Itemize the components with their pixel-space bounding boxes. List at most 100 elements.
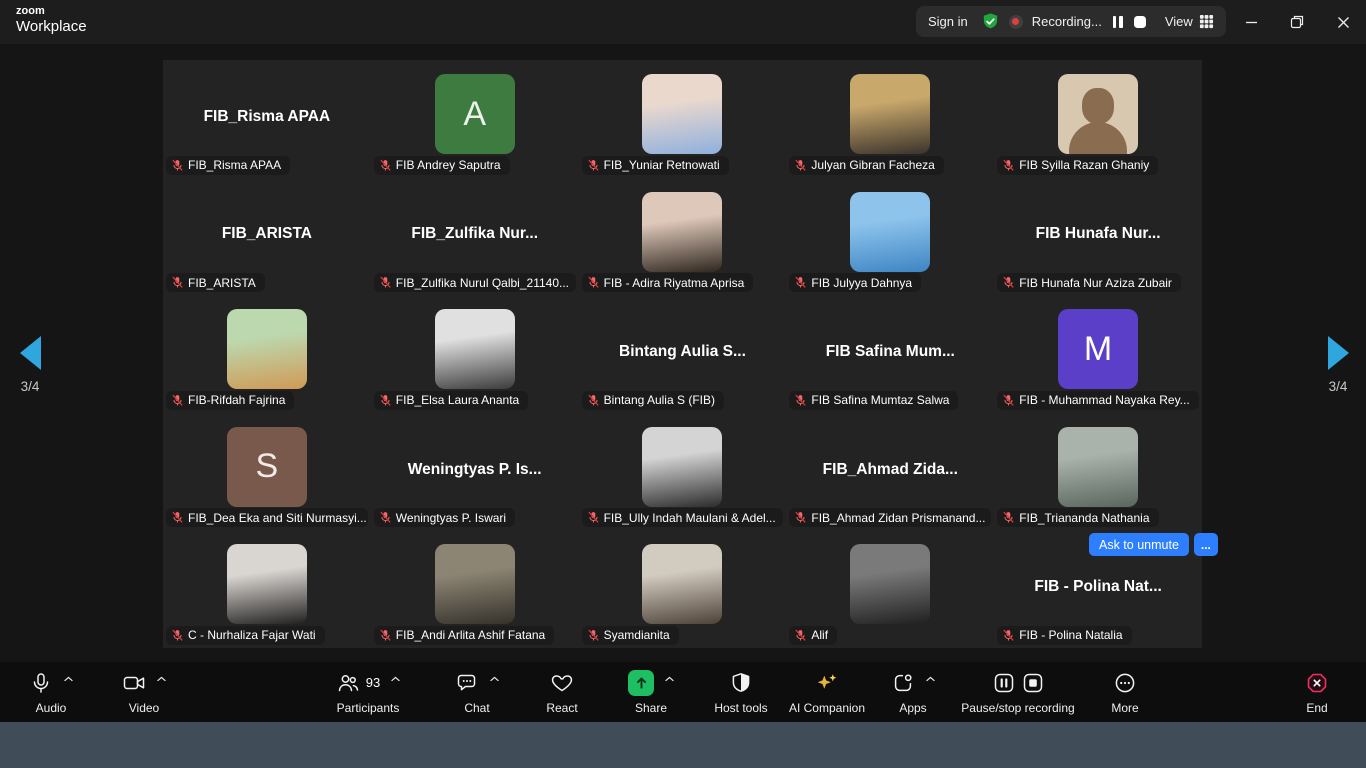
participant-tile[interactable]: FIB_Ully Indah Maulani & Adel...	[579, 413, 787, 531]
participant-avatar	[850, 192, 930, 272]
participant-tile[interactable]: Julyan Gibran Facheza	[786, 60, 994, 178]
mic-muted-icon	[1002, 629, 1015, 642]
restore-button[interactable]	[1274, 0, 1320, 44]
microphone-icon	[29, 671, 53, 695]
recording-indicator-icon	[1009, 15, 1023, 29]
view-button[interactable]: View	[1165, 14, 1214, 29]
ask-to-unmute-button[interactable]: Ask to unmute	[1089, 533, 1189, 556]
participant-name: FIB_Dea Eka and Siti Nurmasyi...	[188, 511, 367, 525]
stop-recording-icon[interactable]	[1134, 16, 1146, 28]
participant-tile[interactable]: FIB-Rifdah Fajrina	[163, 295, 371, 413]
toolbar-video-button[interactable]: Video	[69, 669, 219, 715]
chevron-up-icon	[926, 676, 935, 682]
toolbar-item-label: Apps	[899, 701, 926, 715]
participant-name: FIB_Ahmad Zidan Prismanand...	[811, 511, 985, 525]
participant-name: FIB - Polina Natalia	[1019, 628, 1122, 642]
stop-recording-icon	[1021, 671, 1045, 695]
participant-name-display: FIB Safina Mum...	[786, 343, 994, 361]
participant-label: FIB_Andi Arlita Ashif Fatana	[374, 626, 554, 645]
toolbar-end-button[interactable]: End	[1242, 669, 1366, 715]
participant-tile[interactable]: FIB_Ahmad Zida...FIB_Ahmad Zidan Prisman…	[786, 413, 994, 531]
participant-tile[interactable]: C - Nurhaliza Fajar Wati	[163, 530, 371, 648]
participant-name-display: FIB Hunafa Nur...	[994, 225, 1202, 243]
encryption-shield-icon[interactable]	[981, 12, 1000, 31]
participant-name: FIB_Triananda Nathania	[1019, 511, 1149, 525]
participant-name-display: FIB_Risma APAA	[163, 108, 371, 126]
page-indicator: 3/4	[1316, 379, 1360, 394]
participant-label: FIB_Dea Eka and Siti Nurmasyi...	[166, 508, 368, 527]
apps-icon	[891, 671, 915, 695]
host-tools-shield-icon	[729, 671, 753, 695]
participant-tile[interactable]: FIB_Triananda Nathania	[994, 413, 1202, 531]
window-controls	[1228, 0, 1366, 44]
participant-avatar	[850, 544, 930, 624]
mic-muted-icon	[1002, 394, 1015, 407]
participant-label: Syamdianita	[582, 626, 679, 645]
participant-tile[interactable]: FIB_Risma APAAFIB_Risma APAA	[163, 60, 371, 178]
mic-muted-icon	[171, 159, 184, 172]
share-screen-icon	[628, 670, 654, 696]
previous-page-arrow-icon[interactable]	[20, 336, 41, 370]
participant-tile[interactable]: FIB Syilla Razan Ghaniy	[994, 60, 1202, 178]
chevron-up-icon	[157, 676, 166, 682]
next-page-arrow-icon[interactable]	[1328, 336, 1349, 370]
participant-more-options-button[interactable]: ...	[1194, 533, 1218, 556]
participant-name: FIB Hunafa Nur Aziza Zubair	[1019, 276, 1172, 290]
toolbar-more-button[interactable]: More	[1050, 669, 1200, 715]
participant-tile[interactable]: FIB Safina Mum...FIB Safina Mumtaz Salwa	[786, 295, 994, 413]
mic-muted-icon	[587, 276, 600, 289]
participant-tile[interactable]: FIB Julyya Dahnya	[786, 178, 994, 296]
view-label: View	[1165, 14, 1193, 29]
participant-name: FIB_Yuniar Retnowati	[604, 158, 720, 172]
sign-in-button[interactable]: Sign in	[928, 14, 972, 29]
mic-muted-icon	[587, 629, 600, 642]
participant-tile[interactable]: Weningtyas P. Is...Weningtyas P. Iswari	[371, 413, 579, 531]
ask-to-unmute-popup: Ask to unmute ...	[1089, 533, 1218, 556]
participant-label: FIB_Ully Indah Maulani & Adel...	[582, 508, 784, 527]
participant-tile[interactable]: FIB Hunafa Nur... FIB Hunafa Nur Aziza Zu…	[994, 178, 1202, 296]
participant-tile[interactable]: FIB_Andi Arlita Ashif Fatana	[371, 530, 579, 648]
ai-companion-sparkle-icon	[815, 671, 839, 695]
participant-label: FIB - Polina Natalia	[997, 626, 1131, 645]
participant-tile[interactable]: FIB_ARISTAFIB_ARISTA	[163, 178, 371, 296]
chevron-up-icon	[391, 676, 400, 682]
avatar-letter: S	[256, 447, 279, 486]
zoom-workplace-logo: zoom Workplace	[16, 5, 87, 35]
participant-name-display: FIB_ARISTA	[163, 225, 371, 243]
participant-name: Weningtyas P. Iswari	[396, 511, 506, 525]
meeting-status-pill: Sign in Recording... View	[916, 6, 1226, 37]
participant-gallery: FIB_Risma APAAFIB_Risma APAAAFIB Andrey …	[163, 60, 1202, 648]
chat-icon	[455, 671, 479, 695]
participant-name: FIB_Ully Indah Maulani & Adel...	[604, 511, 776, 525]
mic-muted-icon	[379, 394, 392, 407]
participant-label: FIB - Adira Riyatma Aprisa	[582, 273, 754, 292]
pause-recording-icon	[992, 671, 1016, 695]
participant-name: FIB_Elsa Laura Ananta	[396, 393, 519, 407]
toolbar-item-label: Share	[635, 701, 667, 715]
participant-tile[interactable]: Alif	[786, 530, 994, 648]
participant-label: FIB_Yuniar Retnowati	[582, 156, 729, 175]
windows-taskbar: 1 Tzm3⚙ zPRE 11:11 13/08/2024	[0, 722, 1366, 768]
participant-avatar	[642, 427, 722, 507]
mic-muted-icon	[794, 511, 807, 524]
close-button[interactable]	[1320, 0, 1366, 44]
participant-avatar	[435, 544, 515, 624]
participant-tile[interactable]: FIB_Zulfika Nur...FIB_Zulfika Nurul Qalb…	[371, 178, 579, 296]
participant-tile[interactable]: MFIB - Muhammad Nayaka Rey...	[994, 295, 1202, 413]
page-indicator: 3/4	[8, 379, 52, 394]
participant-tile[interactable]: FIB - Adira Riyatma Aprisa	[579, 178, 787, 296]
participant-label: FIB Syilla Razan Ghaniy	[997, 156, 1158, 175]
participant-name: FIB-Rifdah Fajrina	[188, 393, 285, 407]
participant-tile[interactable]: FIB_Elsa Laura Ananta	[371, 295, 579, 413]
participant-tile[interactable]: AFIB Andrey Saputra	[371, 60, 579, 178]
minimize-button[interactable]	[1228, 0, 1274, 44]
participant-avatar: S	[227, 427, 307, 507]
participant-name: FIB Syilla Razan Ghaniy	[1019, 158, 1149, 172]
previous-page-nav: 3/4	[8, 336, 52, 394]
participant-tile[interactable]: Syamdianita	[579, 530, 787, 648]
pause-recording-icon[interactable]	[1113, 15, 1123, 29]
participant-avatar: M	[1058, 309, 1138, 389]
participant-tile[interactable]: Bintang Aulia S...Bintang Aulia S (FIB)	[579, 295, 787, 413]
participant-tile[interactable]: FIB_Yuniar Retnowati	[579, 60, 787, 178]
participant-tile[interactable]: S FIB_Dea Eka and Siti Nurmasyi...	[163, 413, 371, 531]
